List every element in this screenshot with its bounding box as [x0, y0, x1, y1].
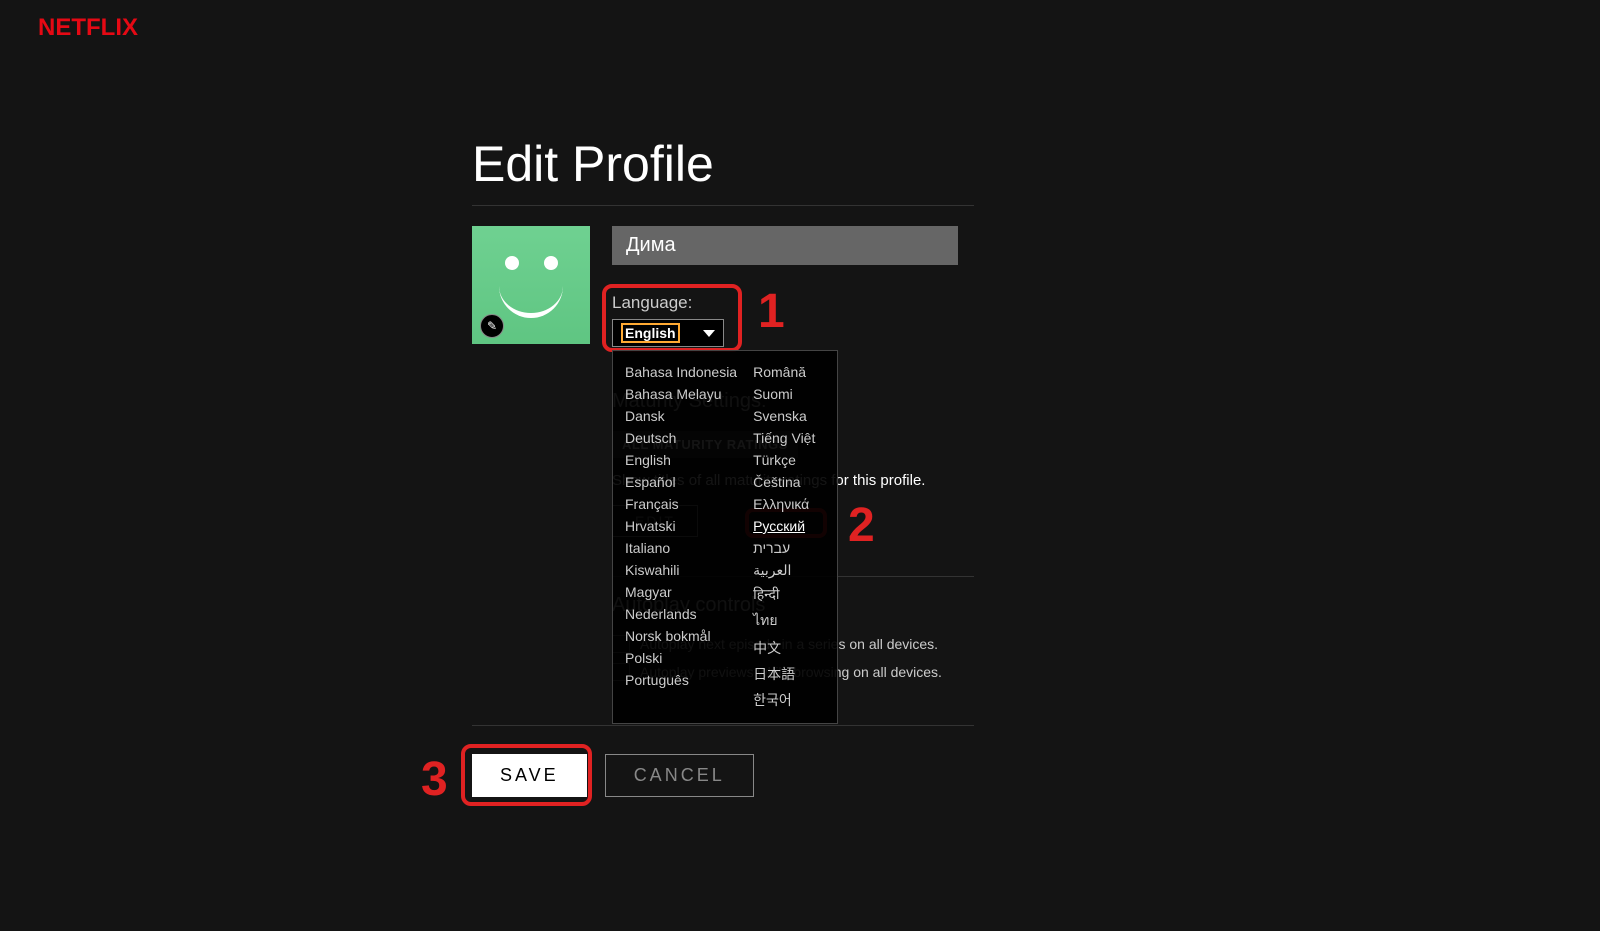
language-option[interactable]: Français	[625, 493, 737, 515]
language-option[interactable]: Suomi	[753, 383, 815, 405]
language-option[interactable]: Hrvatski	[625, 515, 737, 537]
save-button[interactable]: SAVE	[472, 754, 587, 797]
divider	[472, 725, 974, 726]
divider	[472, 205, 974, 206]
language-option[interactable]: हिन्दी	[753, 582, 815, 607]
pencil-icon[interactable]: ✎	[480, 314, 504, 338]
language-label: Language:	[612, 293, 974, 313]
language-option[interactable]: Tiếng Việt	[753, 427, 815, 449]
language-option[interactable]: Türkçe	[753, 449, 815, 471]
language-option[interactable]: Čeština	[753, 471, 815, 493]
language-selected: English	[621, 323, 680, 343]
cancel-button[interactable]: CANCEL	[605, 754, 754, 797]
language-option[interactable]: English	[625, 449, 737, 471]
language-option[interactable]: Português	[625, 669, 737, 691]
language-option[interactable]: Italiano	[625, 537, 737, 559]
chevron-down-icon	[703, 330, 715, 337]
page-title: Edit Profile	[472, 135, 974, 205]
language-option[interactable]: Norsk bokmål	[625, 625, 737, 647]
language-option[interactable]: 中文	[753, 635, 815, 661]
language-option[interactable]: Русский	[753, 515, 815, 537]
language-option[interactable]: Svenska	[753, 405, 815, 427]
profile-name-input[interactable]	[612, 226, 958, 265]
language-option[interactable]: Español	[625, 471, 737, 493]
language-option[interactable]: Deutsch	[625, 427, 737, 449]
language-option[interactable]: Dansk	[625, 405, 737, 427]
annotation-number-1: 1	[758, 284, 785, 339]
language-option[interactable]: עברית	[753, 537, 815, 559]
language-option[interactable]: Kiswahili	[625, 559, 737, 581]
language-option[interactable]: Bahasa Melayu	[625, 383, 737, 405]
language-select[interactable]: English	[612, 319, 724, 347]
language-option[interactable]: 한국어	[753, 687, 815, 713]
netflix-logo[interactable]: NETFLIX	[38, 14, 138, 42]
annotation-number-3: 3	[421, 752, 448, 807]
edit-profile-container: Edit Profile ✎ Language: English	[472, 135, 974, 347]
language-option[interactable]: Polski	[625, 647, 737, 669]
language-option[interactable]: 日本語	[753, 661, 815, 687]
language-dropdown[interactable]: Bahasa IndonesiaBahasa MelayuDanskDeutsc…	[612, 350, 838, 724]
avatar[interactable]: ✎	[472, 226, 590, 344]
language-option[interactable]: Română	[753, 361, 815, 383]
language-option[interactable]: Magyar	[625, 581, 737, 603]
profile-row: ✎ Language: English	[472, 226, 974, 347]
language-option[interactable]: Nederlands	[625, 603, 737, 625]
language-option[interactable]: ไทย	[753, 607, 815, 635]
button-row: SAVE CANCEL	[472, 754, 754, 797]
language-section: Language: English	[612, 293, 974, 347]
language-option[interactable]: العربية	[753, 559, 815, 582]
language-option[interactable]: Bahasa Indonesia	[625, 361, 737, 383]
language-option[interactable]: Ελληνικά	[753, 493, 815, 515]
